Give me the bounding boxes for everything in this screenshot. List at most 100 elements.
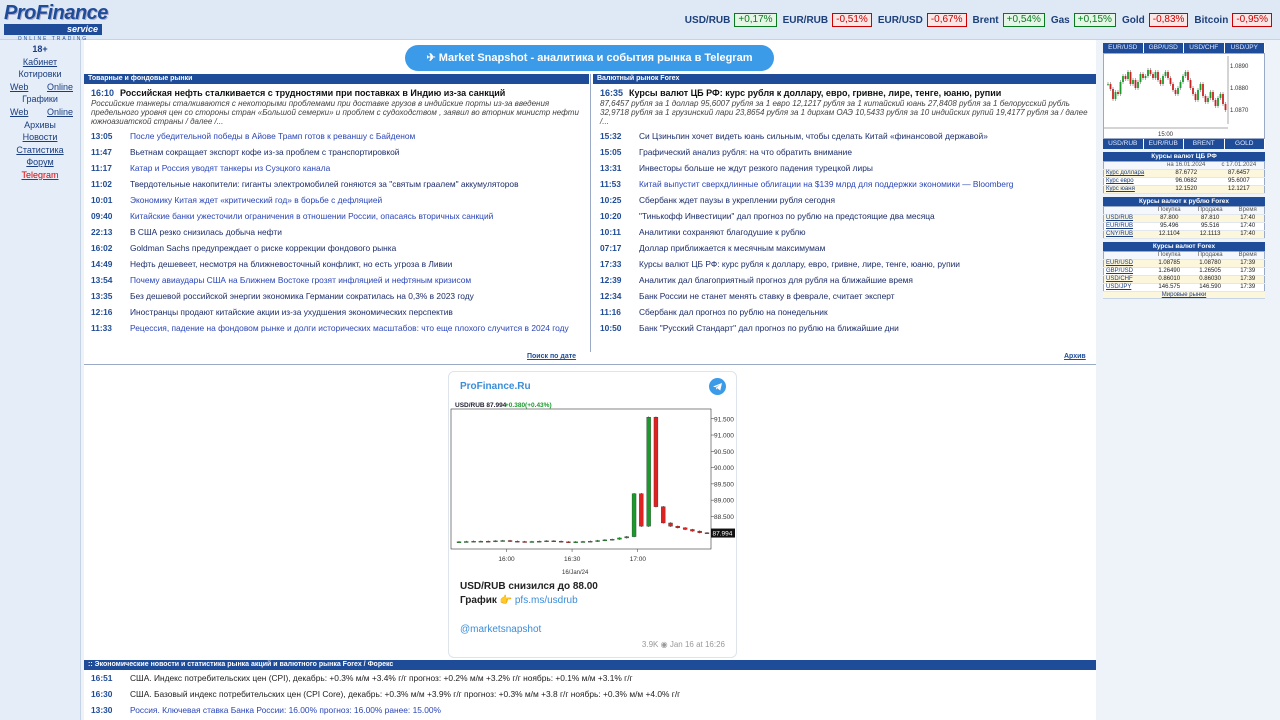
news-item[interactable]: 11:33 Рецессия, падение на фондовом рынке… bbox=[84, 320, 589, 333]
tab-usd-chf[interactable]: USD/CHF bbox=[1184, 43, 1225, 53]
ticker-6[interactable]: Bitcoin -0,95% bbox=[1194, 13, 1272, 27]
ticker-0[interactable]: USD/RUB +0,17% bbox=[685, 13, 777, 27]
table-row[interactable]: Курс доллара 87.6772 87.6457 bbox=[1103, 169, 1265, 178]
ticker-3[interactable]: Brent +0,54% bbox=[973, 13, 1045, 27]
news-item[interactable]: 07:17 Доллар приближается к месячным макс… bbox=[593, 240, 1096, 256]
row-label[interactable]: Курс евро bbox=[1103, 177, 1159, 186]
news-title[interactable]: Графический анализ рубля: на что обратит… bbox=[639, 147, 852, 157]
news-item[interactable]: 13:05 После убедительной победы в Айове Т… bbox=[84, 128, 589, 144]
ticker-name[interactable]: EUR/USD bbox=[878, 15, 923, 26]
ticker-5[interactable]: Gold -0,83% bbox=[1122, 13, 1189, 27]
ticker-4[interactable]: Gas +0,15% bbox=[1051, 13, 1116, 27]
ticker-name[interactable]: Bitcoin bbox=[1194, 15, 1228, 26]
news-title[interactable]: Goldman Sachs предупреждает о риске корр… bbox=[130, 243, 396, 253]
tab-brent[interactable]: BRENT bbox=[1184, 139, 1225, 149]
tab-gbp-usd[interactable]: GBP/USD bbox=[1143, 43, 1184, 53]
table-row[interactable]: EUR/RUB 95.496 95.516 17:40 bbox=[1103, 222, 1265, 231]
news-item[interactable]: 10:20 "Тинькофф Инвестиции" дал прогноз п… bbox=[593, 208, 1096, 224]
forex-lead-story[interactable]: 16:35 Курсы валют ЦБ РФ: курс рубля к дол… bbox=[593, 86, 1096, 128]
table-row[interactable]: EUR/USD 1.08785 1.08780 17:39 bbox=[1103, 259, 1265, 268]
post-source[interactable]: ProFinance.Ru bbox=[460, 381, 531, 392]
news-title[interactable]: Экономику Китая ждет «критический год» в… bbox=[130, 195, 382, 205]
news-title[interactable]: Сбербанк ждет паузы в укреплении рубля с… bbox=[639, 195, 835, 205]
ticker-2[interactable]: EUR/USD -0,67% bbox=[878, 13, 967, 27]
econ-row[interactable]: 13:30 Россия. Ключевая ставка Банка Росси… bbox=[84, 702, 1096, 718]
econ-text[interactable]: США. Индекс потребительских цен (CPI), д… bbox=[130, 673, 633, 683]
news-title[interactable]: Катар и Россия уводят танкеры из Суэцког… bbox=[130, 163, 330, 173]
sidebar-item-forum[interactable]: Форум bbox=[0, 156, 80, 169]
ticker-name[interactable]: Gas bbox=[1051, 15, 1070, 26]
news-item[interactable]: 12:39 Аналитик дал благоприятный прогноз … bbox=[593, 272, 1096, 288]
news-item[interactable]: 11:17 Катар и Россия уводят танкеры из Су… bbox=[84, 160, 589, 176]
table-row[interactable]: USD/RUB 87.800 87.810 17:40 bbox=[1103, 214, 1265, 223]
tab-gold[interactable]: GOLD bbox=[1224, 139, 1265, 149]
econ-text[interactable]: Россия. Ключевая ставка Банка России: 16… bbox=[130, 705, 441, 715]
news-title[interactable]: После убедительной победы в Айове Трамп … bbox=[130, 131, 415, 141]
econ-row[interactable]: 16:30 США. Базовый индекс потребительских… bbox=[84, 686, 1096, 702]
search-by-date-link[interactable]: Поиск по дате bbox=[527, 353, 576, 360]
sidebar-item-cabinet[interactable]: Кабинет bbox=[0, 56, 80, 69]
news-item[interactable]: 12:34 Банк России не станет менять ставку… bbox=[593, 288, 1096, 304]
news-title[interactable]: Сбербанк дал прогноз по рублю на понедел… bbox=[639, 307, 828, 317]
quotes-online-link[interactable]: Online bbox=[47, 81, 73, 94]
news-title[interactable]: Аналитик дал благоприятный прогноз для р… bbox=[639, 275, 913, 285]
sidebar-item-telegram[interactable]: Telegram bbox=[0, 169, 80, 182]
world-markets-link[interactable]: Мировые рынки bbox=[1103, 292, 1265, 299]
table-row[interactable]: GBP/USD 1.26490 1.26505 17:39 bbox=[1103, 267, 1265, 276]
telegram-post-card[interactable]: ProFinance.Ru 91.500 91.000 90.500 90.000 89… bbox=[448, 371, 737, 658]
news-item[interactable]: 10:25 Сбербанк ждет паузы в укреплении ру… bbox=[593, 192, 1096, 208]
news-title[interactable]: Вьетнам сокращает экспорт кофе из-за про… bbox=[130, 147, 399, 157]
news-title[interactable]: Инвесторы больше не ждут резкого падения… bbox=[639, 163, 873, 173]
sidebar-item-stats[interactable]: Статистика bbox=[0, 144, 80, 157]
news-title[interactable]: Иностранцы продают китайские акции из-за… bbox=[130, 307, 453, 317]
news-item[interactable]: 22:13 В США резко снизилась добыча нефти bbox=[84, 224, 589, 240]
row-label[interactable]: CNY/RUB bbox=[1103, 230, 1150, 239]
news-item[interactable]: 11:53 Китай выпустит сверхдлинные облигац… bbox=[593, 176, 1096, 192]
quotes-web-link[interactable]: Web bbox=[10, 81, 28, 94]
news-item[interactable]: 16:02 Goldman Sachs предупреждает о риске… bbox=[84, 240, 589, 256]
table-row[interactable]: Курс евро 96.0682 95.6007 bbox=[1103, 177, 1265, 186]
news-item[interactable]: 10:11 Аналитики сохраняют благодушие к ру… bbox=[593, 224, 1096, 240]
news-title[interactable]: Банк России не станет менять ставку в фе… bbox=[639, 291, 895, 301]
ticker-name[interactable]: Gold bbox=[1122, 15, 1145, 26]
econ-row[interactable]: 16:51 США. Индекс потребительских цен (CP… bbox=[84, 670, 1096, 686]
news-title[interactable]: Китай выпустит сверхдлинные облигации на… bbox=[639, 179, 1013, 189]
econ-text[interactable]: США. Базовый индекс потребительских цен … bbox=[130, 689, 680, 699]
news-item[interactable]: 10:01 Экономику Китая ждет «критический г… bbox=[84, 192, 589, 208]
table-row[interactable]: USD/CHF 0.86010 0.86030 17:39 bbox=[1103, 275, 1265, 284]
news-title[interactable]: Почему авиаудары США на Ближнем Востоке … bbox=[130, 275, 471, 285]
row-label[interactable]: GBP/USD bbox=[1103, 267, 1150, 276]
table-row[interactable]: Курс юаня 12.1520 12.1217 bbox=[1103, 185, 1265, 194]
news-item[interactable]: 13:31 Инвесторы больше не ждут резкого па… bbox=[593, 160, 1096, 176]
tab-usd-jpy[interactable]: USD/JPY bbox=[1224, 43, 1265, 53]
profinance-logo[interactable]: ProFinance service ONLINE TRADING bbox=[4, 3, 108, 42]
row-label[interactable]: Курс юаня bbox=[1103, 185, 1159, 194]
ticker-name[interactable]: Brent bbox=[973, 15, 999, 26]
news-title[interactable]: В США резко снизилась добыча нефти bbox=[130, 227, 282, 237]
charts-web-link[interactable]: Web bbox=[10, 106, 28, 119]
news-title[interactable]: Без дешевой российской энергии экономика… bbox=[130, 291, 474, 301]
news-title[interactable]: Китайские банки ужесточили ограничения в… bbox=[130, 211, 493, 221]
news-title[interactable]: Си Цзиньпин хочет видеть юань сильным, ч… bbox=[639, 131, 988, 141]
tab-usd-rub[interactable]: USD/RUB bbox=[1103, 139, 1144, 149]
row-label[interactable]: USD/JPY bbox=[1103, 283, 1150, 292]
chart-link[interactable]: pfs.ms/usdrub bbox=[515, 595, 578, 606]
tab-eur-rub[interactable]: EUR/RUB bbox=[1143, 139, 1184, 149]
news-item[interactable]: 14:49 Нефть дешевеет, несмотря на ближнев… bbox=[84, 256, 589, 272]
news-item[interactable]: 10:50 Банк "Русский Стандарт" дал прогноз… bbox=[593, 320, 1096, 336]
news-title[interactable]: Банк "Русский Стандарт" дал прогноз по р… bbox=[639, 323, 899, 333]
news-title[interactable]: Курсы валют ЦБ РФ: курс рубля к доллару,… bbox=[639, 259, 960, 269]
news-title[interactable]: Аналитики сохраняют благодушие к рублю bbox=[639, 227, 806, 237]
ticker-name[interactable]: EUR/RUB bbox=[783, 15, 829, 26]
lead-title[interactable]: Курсы валют ЦБ РФ: курс рубля к доллару,… bbox=[629, 88, 1001, 98]
news-item[interactable]: 17:33 Курсы валют ЦБ РФ: курс рубля к дол… bbox=[593, 256, 1096, 272]
row-label[interactable]: EUR/USD bbox=[1103, 259, 1150, 268]
news-title[interactable]: Рецессия, падение на фондовом рынке и до… bbox=[130, 323, 569, 333]
news-item[interactable]: 09:40 Китайские банки ужесточили ограниче… bbox=[84, 208, 589, 224]
telegram-banner-button[interactable]: ✈ Market Snapshot - аналитика и события … bbox=[405, 45, 774, 71]
commodity-lead-story[interactable]: 16:10 Российская нефть сталкивается с тру… bbox=[84, 86, 589, 128]
ticker-1[interactable]: EUR/RUB -0,51% bbox=[783, 13, 872, 27]
sidebar-item-archives[interactable]: Архивы bbox=[0, 119, 80, 132]
news-item[interactable]: 13:35 Без дешевой российской энергии экон… bbox=[84, 288, 589, 304]
news-item[interactable]: 15:05 Графический анализ рубля: на что об… bbox=[593, 144, 1096, 160]
